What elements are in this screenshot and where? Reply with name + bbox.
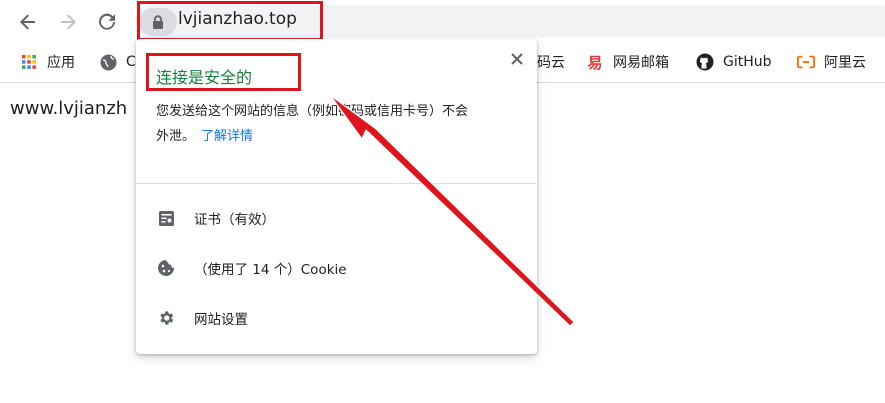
bookmark-globe[interactable]: C — [99, 52, 136, 72]
url-highlight-box — [137, 1, 323, 41]
popup-divider — [136, 183, 537, 184]
bookmark-label: C — [126, 54, 136, 70]
certificate-row[interactable]: 证书（有效） — [156, 207, 275, 229]
certificate-icon — [156, 208, 176, 228]
bookmark-netease-mail[interactable]: 易 网易邮箱 — [586, 52, 669, 72]
bookmark-label: GitHub — [723, 54, 772, 70]
desc-line-2: 外泄。 — [156, 129, 196, 144]
forward-arrow-icon — [61, 14, 76, 30]
back-arrow-icon — [20, 14, 35, 30]
aliyun-icon — [797, 53, 815, 71]
browser-window: lvjianzhao.top 应用 C 码云 易 网易邮箱 GitHub 阿里云… — [0, 0, 885, 403]
bookmark-label: 码云 — [537, 55, 565, 71]
browser-toolbar: lvjianzhao.top — [0, 0, 885, 42]
bookmark-label: 阿里云 — [824, 55, 866, 71]
security-description: 您发送给这个网站的信息（例如密码或信用卡号）不会 外泄。 了解详情 — [156, 99, 526, 149]
site-info-popup: 连接是安全的 您发送给这个网站的信息（例如密码或信用卡号）不会 外泄。了解详情 — [136, 39, 537, 354]
cookies-row[interactable]: （使用了 14 个）Cookie — [156, 257, 347, 279]
forward-button[interactable] — [55, 9, 81, 35]
bookmark-github[interactable]: GitHub — [696, 52, 772, 72]
reload-button[interactable] — [94, 9, 120, 35]
page-body-text: www.lvjianzh — [10, 98, 128, 119]
cookies-label: （使用了 14 个）Cookie — [194, 262, 347, 278]
learn-more-link[interactable]: 了解详情 — [201, 129, 253, 144]
globe-icon — [99, 53, 117, 71]
bookmark-label: 网易邮箱 — [613, 55, 669, 71]
bookmark-gitee[interactable]: 码云 — [537, 52, 565, 72]
back-button[interactable] — [15, 9, 41, 35]
close-icon — [511, 53, 523, 65]
bookmark-aliyun[interactable]: 阿里云 — [797, 52, 866, 72]
site-settings-label: 网站设置 — [194, 312, 248, 328]
desc-line-1: 您发送给这个网站的信息（例如密码或信用卡号）不会 — [156, 104, 469, 119]
close-button[interactable] — [509, 51, 525, 67]
title-highlight-box — [146, 53, 301, 91]
bookmark-label: 应用 — [47, 55, 75, 71]
apps-grid-icon — [20, 53, 38, 71]
bookmark-apps[interactable]: 应用 — [20, 52, 75, 72]
cookie-icon — [156, 258, 176, 278]
site-settings-row[interactable]: 网站设置 — [156, 307, 248, 329]
certificate-label: 证书（有效） — [194, 212, 275, 228]
github-icon — [696, 53, 714, 71]
gear-icon — [156, 308, 176, 328]
reload-icon — [99, 13, 115, 30]
netease-icon: 易 — [587, 53, 603, 72]
